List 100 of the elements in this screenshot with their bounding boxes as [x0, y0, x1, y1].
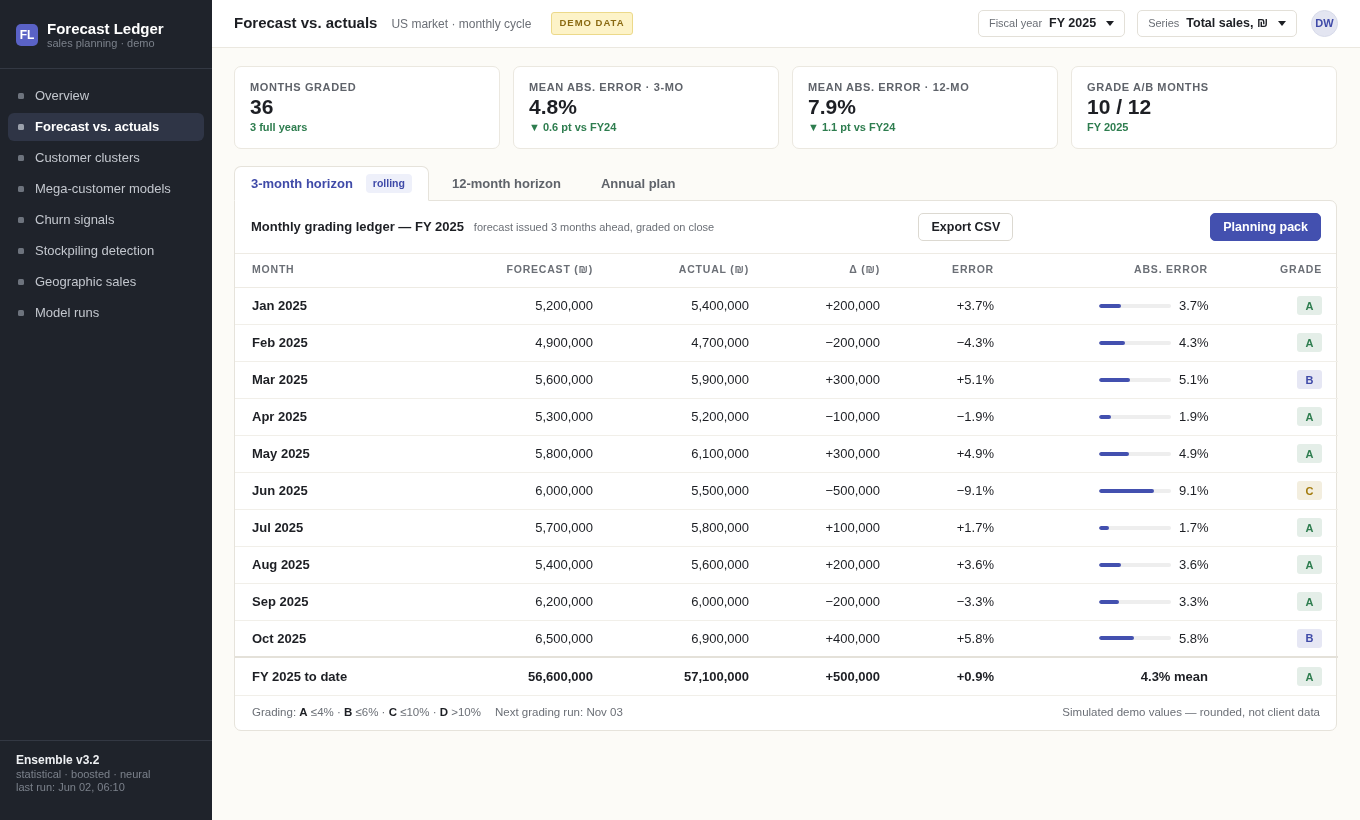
kpi-value: 36	[250, 95, 275, 119]
ledger-subtitle: forecast issued 3 months ahead, graded on close	[473, 219, 715, 235]
table-cell: Aug 2025	[235, 546, 441, 583]
table-cell: +5.1%	[888, 361, 1002, 398]
table-cell: 6,100,000	[601, 435, 757, 472]
kpi-note: ▼ 0.6 pt vs FY24	[529, 120, 618, 134]
tab-badge: rolling	[365, 173, 412, 194]
table-cell: 5,400,000	[441, 546, 601, 583]
table-cell: Feb 2025	[235, 324, 441, 361]
column-header: GRADE	[1216, 254, 1338, 287]
sidebar-item[interactable]: Churn signals	[8, 206, 204, 234]
tab[interactable]: 12-month horizon	[434, 166, 578, 201]
kpi-label: MEAN ABS. ERROR · 12-MO	[808, 80, 971, 94]
column-header: ABS. ERROR	[1002, 254, 1216, 287]
table-cell: +500,000	[757, 657, 888, 695]
table-cell: 6,200,000	[441, 583, 601, 620]
grade-badge: B	[1297, 370, 1322, 390]
sidebar-item[interactable]: Mega-customer models	[8, 175, 204, 203]
kpi-label: GRADE A/B MONTHS	[1087, 80, 1210, 94]
grade-badge: B	[1297, 629, 1322, 649]
kpi-value: 10 / 12	[1087, 95, 1153, 119]
table-cell: 4,900,000	[441, 324, 601, 361]
grade-badge: A	[1297, 667, 1322, 687]
table-cell: +4.9%	[888, 435, 1002, 472]
table-cell: 5,700,000	[441, 509, 601, 546]
sidebar-item[interactable]: Stockpiling detection	[8, 237, 204, 265]
bullet-icon	[18, 217, 24, 223]
table-cell: Jan 2025	[235, 287, 441, 324]
table-cell: −200,000	[757, 324, 888, 361]
table-cell: +200,000	[757, 546, 888, 583]
column-header: Δ (₪)	[757, 254, 888, 287]
table-cell: 5,800,000	[601, 509, 757, 546]
kpi-value: 7.9%	[808, 95, 857, 119]
sidebar-item[interactable]: Forecast vs. actuals	[8, 113, 204, 141]
bullet-icon	[18, 279, 24, 285]
table-cell: 57,100,000	[601, 657, 757, 695]
table-cell: −1.9%	[888, 398, 1002, 435]
page-subtitle: US market · monthly cycle	[391, 15, 532, 33]
table-cell: 5,800,000	[441, 435, 601, 472]
bullet-icon	[18, 155, 24, 161]
fiscal-year-dropdown[interactable]: Fiscal year FY 2025	[977, 10, 1126, 37]
sidebar-item[interactable]: Overview	[8, 82, 204, 110]
caret-icon	[1106, 21, 1115, 26]
sidebar-item[interactable]: Model runs	[8, 299, 204, 327]
kpi-label: MEAN ABS. ERROR · 3-MO	[529, 80, 685, 94]
tab[interactable]: Annual plan	[583, 166, 693, 201]
table-cell: 4,700,000	[601, 324, 757, 361]
tab[interactable]: 3-month horizon rolling	[234, 166, 429, 201]
table-cell: 5,200,000	[441, 287, 601, 324]
table-cell: Jul 2025	[235, 509, 441, 546]
grade-badge: A	[1297, 407, 1322, 427]
grade-badge: A	[1297, 518, 1322, 538]
table-cell: −200,000	[757, 583, 888, 620]
grade-badge: A	[1297, 555, 1322, 575]
grade-badge: A	[1297, 592, 1322, 612]
table-cell: May 2025	[235, 435, 441, 472]
column-header: FORECAST (₪)	[441, 254, 601, 287]
table-cell: 5,900,000	[601, 361, 757, 398]
table-cell: +5.8%	[888, 620, 1002, 657]
table-cell: 5,200,000	[601, 398, 757, 435]
table-cell: −100,000	[757, 398, 888, 435]
table-cell: +400,000	[757, 620, 888, 657]
abs-error-value: 5.1%	[1179, 370, 1208, 389]
bullet-icon	[18, 248, 24, 254]
disclaimer-text: Simulated demo values — rounded, not client data	[1062, 705, 1320, 720]
abs-error-value: 1.7%	[1179, 518, 1208, 537]
bullet-icon	[18, 310, 24, 316]
table-cell: 6,500,000	[441, 620, 601, 657]
table-cell: −500,000	[757, 472, 888, 509]
table-cell: +300,000	[757, 361, 888, 398]
export-button[interactable]: Export CSV	[918, 213, 1014, 241]
planning-pack-button[interactable]: Planning pack	[1210, 213, 1321, 241]
table-cell: +100,000	[757, 509, 888, 546]
bullet-icon	[18, 186, 24, 192]
bullet-icon	[18, 124, 24, 130]
caret-icon	[1278, 21, 1286, 26]
kpi-note: 3 full years	[250, 120, 309, 134]
table-cell: Oct 2025	[235, 620, 441, 657]
abs-error-value: 3.7%	[1179, 296, 1208, 315]
table-cell: 5,400,000	[601, 287, 757, 324]
abs-error-value: 3.6%	[1179, 555, 1208, 574]
sidebar-item[interactable]: Customer clusters	[8, 144, 204, 172]
table-cell: −9.1%	[888, 472, 1002, 509]
table-cell: −4.3%	[888, 324, 1002, 361]
model-name: Ensemble v3.2	[16, 754, 101, 767]
table-cell: 4.3% mean	[1002, 657, 1216, 695]
sidebar-item[interactable]: Geographic sales	[8, 268, 204, 296]
user-avatar[interactable]: DW	[1311, 10, 1338, 37]
app-tagline: sales planning · demo	[47, 37, 156, 49]
table-cell: 5,600,000	[601, 546, 757, 583]
table-cell: Mar 2025	[235, 361, 441, 398]
kpi-label: MONTHS GRADED	[250, 80, 358, 94]
table-cell: Jun 2025	[235, 472, 441, 509]
series-dropdown[interactable]: Series Total sales, ₪	[1137, 10, 1297, 37]
last-run-text: last run: Jun 02, 06:10	[16, 781, 126, 794]
table-cell: FY 2025 to date	[235, 657, 441, 695]
table-cell: +0.9%	[888, 657, 1002, 695]
table-cell: 6,900,000	[601, 620, 757, 657]
table-cell: Sep 2025	[235, 583, 441, 620]
demo-data-badge: DEMO DATA	[551, 12, 633, 35]
